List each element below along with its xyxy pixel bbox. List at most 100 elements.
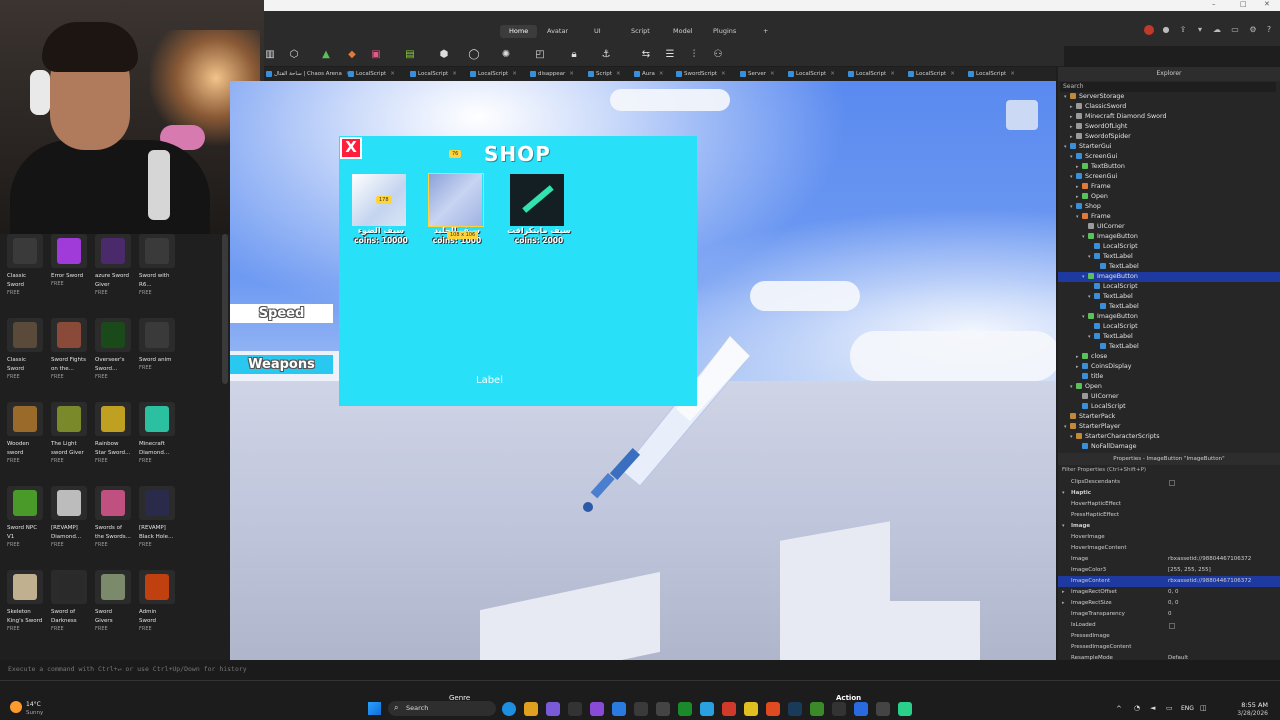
tab-chaos-arena[interactable]: ساحة القتال | Chaos Arena ✕ — [264, 67, 350, 81]
close-tab-icon[interactable]: ✕ — [569, 71, 574, 77]
explorer-row[interactable]: ▾ ServerStorage — [1058, 92, 1280, 102]
explorer-row[interactable]: ▸ Open — [1058, 192, 1280, 202]
explorer-row[interactable]: ▾ TextLabel — [1058, 332, 1280, 342]
toolbox-item[interactable]: Sword NPC V1 FREE — [7, 486, 49, 566]
explorer-row[interactable]: TextLabel — [1058, 262, 1280, 272]
battery-icon[interactable]: ▭ — [1166, 704, 1173, 712]
close-tab-icon[interactable]: ✕ — [452, 71, 457, 77]
game-viewport[interactable]: Speed Weapons X SHOP سيف الضوء coins: 10… — [230, 81, 1056, 660]
property-value[interactable]: Default — [1168, 653, 1188, 660]
steam-icon[interactable] — [788, 702, 802, 716]
explorer-row[interactable]: ▾ ScreenGui — [1058, 172, 1280, 182]
property-row[interactable]: ▾ Image — [1058, 521, 1280, 532]
close-tab-icon[interactable]: ✕ — [1010, 71, 1015, 77]
close-tab-icon[interactable]: ✕ — [512, 71, 517, 77]
property-value[interactable]: 0 — [1168, 609, 1172, 620]
explorer-search-input[interactable]: Search — [1060, 82, 1276, 92]
anchor-icon[interactable]: ⚓︎ — [600, 49, 612, 61]
model-icon[interactable]: ⬢ — [438, 49, 450, 61]
toolbox-item[interactable]: [REVAMP] Diamond... FREE — [51, 486, 93, 566]
tab-disappear[interactable]: disappear ✕ — [528, 67, 574, 81]
telegram-icon[interactable] — [700, 702, 714, 716]
tab-script[interactable]: Script ✕ — [586, 67, 621, 81]
team-icon[interactable]: ⚇ — [712, 49, 724, 61]
view-cube[interactable] — [1006, 100, 1038, 130]
explorer-row[interactable]: ▸ CoinsDisplay — [1058, 362, 1280, 372]
expand-toggle-icon[interactable]: ▸ — [1062, 598, 1065, 609]
toolbox-item[interactable]: Sword anim FREE — [139, 318, 181, 398]
download-icon[interactable]: ▾ — [1195, 25, 1205, 35]
properties-filter-input[interactable]: Filter Properties (Ctrl+Shift+P) — [1062, 465, 1146, 475]
property-row[interactable]: ClipsDescendants — [1058, 477, 1280, 488]
brave-icon[interactable] — [766, 702, 780, 716]
tab-aura[interactable]: Aura ✕ — [632, 67, 664, 81]
copilot-icon[interactable] — [546, 702, 560, 716]
toolbox-item[interactable]: Error Sword FREE — [51, 234, 93, 314]
explorer-row[interactable]: ▸ Minecraft Diamond Sword — [1058, 112, 1280, 122]
property-row[interactable]: PressedImage — [1058, 631, 1280, 642]
image-icon[interactable]: ▣ — [370, 49, 382, 61]
command-input[interactable]: Execute a command with Ctrl+↵ or use Ctr… — [8, 665, 247, 673]
toolbox-item[interactable]: Classic Sword FREE — [7, 234, 49, 314]
chevron-up-icon[interactable]: ^ — [1116, 705, 1122, 713]
property-row[interactable]: HoverImage — [1058, 532, 1280, 543]
explorer-row[interactable]: ▸ close — [1058, 352, 1280, 362]
xbox-icon[interactable] — [678, 702, 692, 716]
property-row[interactable]: PressedImageContent — [1058, 642, 1280, 653]
app-icon[interactable] — [634, 702, 648, 716]
explorer-row[interactable]: LocalScript — [1058, 322, 1280, 332]
minimize-icon[interactable]: – — [1212, 0, 1216, 8]
property-row[interactable]: ImageColor3 [255, 255, 255] — [1058, 565, 1280, 576]
settings-icon[interactable]: ⚙ — [1248, 25, 1258, 35]
close-tab-icon[interactable]: ✕ — [616, 71, 621, 77]
chrome-icon[interactable] — [744, 702, 758, 716]
cloud-icon[interactable]: ☁ — [1212, 25, 1222, 35]
tab-localscript[interactable]: LocalScript ✕ — [846, 67, 895, 81]
explorer-row[interactable]: ▸ Frame — [1058, 182, 1280, 192]
property-value[interactable]: [255, 255, 255] — [1168, 565, 1211, 576]
toolbox-item[interactable]: Classic Sword FREE — [7, 318, 49, 398]
explorer-row[interactable]: ▸ ClassicSword — [1058, 102, 1280, 112]
close-tab-icon[interactable]: ✕ — [890, 71, 895, 77]
explorer-row[interactable]: ▾ ImageButton — [1058, 272, 1280, 282]
chevron-down-icon[interactable]: ▾ — [1062, 521, 1065, 532]
edge-icon[interactable] — [502, 702, 516, 716]
network-icon[interactable]: ◫ — [1200, 704, 1207, 712]
wifi-icon[interactable]: ◔ — [1134, 704, 1140, 712]
shop-item[interactable]: سيف ماينكرافت coins: 2000 — [507, 174, 577, 254]
property-row[interactable]: Image rbxassetid://98804467106372 — [1058, 554, 1280, 565]
property-checkbox[interactable] — [1169, 480, 1175, 486]
toolbox-item[interactable]: Sword with R6... FREE — [139, 234, 181, 314]
language-indicator[interactable]: ENG — [1181, 705, 1194, 712]
tab-localscript[interactable]: LocalScript ✕ — [906, 67, 955, 81]
close-tab-icon[interactable]: ✕ — [659, 71, 664, 77]
toolbox-item[interactable]: The Light sword Giver FREE — [51, 402, 93, 482]
explorer-row[interactable]: ▾ StarterPlayer — [1058, 422, 1280, 432]
materials-icon[interactable]: ◆ — [346, 49, 358, 61]
share-icon[interactable]: ⇪ — [1178, 25, 1188, 35]
property-row[interactable]: ▾ Haptic — [1058, 488, 1280, 499]
toolbox-item[interactable]: Swords of the Swords... FREE — [95, 486, 137, 566]
windows-start-icon[interactable] — [368, 702, 381, 715]
property-checkbox[interactable] — [1169, 623, 1175, 629]
close-tab-icon[interactable]: ✕ — [390, 71, 395, 77]
toolbox-item[interactable]: Sword Givers FREE — [95, 570, 137, 650]
tab-localscript[interactable]: LocalScript ✕ — [346, 67, 395, 81]
explorer-row[interactable]: ▾ ScreenGui — [1058, 152, 1280, 162]
explorer-row[interactable]: ▸ SwordofSpider — [1058, 132, 1280, 142]
property-row[interactable]: ImageTransparency 0 — [1058, 609, 1280, 620]
roblox-studio-icon[interactable] — [876, 702, 890, 716]
explorer-row[interactable]: LocalScript — [1058, 282, 1280, 292]
explorer-row[interactable]: UICorner — [1058, 392, 1280, 402]
taskbar-search[interactable]: ⌕ Search — [388, 701, 496, 716]
shop-item[interactable]: سيف الضوء coins: 10000 — [349, 174, 419, 254]
speed-button[interactable]: Speed — [230, 304, 333, 323]
property-row[interactable]: ResampleMode Default — [1058, 653, 1280, 660]
app-icon[interactable] — [656, 702, 670, 716]
explorer-row[interactable]: ▾ StarterGui — [1058, 142, 1280, 152]
weapons-button[interactable]: Weapons — [230, 355, 333, 374]
align-icon[interactable]: ⇆ — [640, 49, 652, 61]
toolbox-item[interactable]: azure Sword Giver FREE — [95, 234, 137, 314]
tab-server[interactable]: Server ✕ — [738, 67, 775, 81]
folder-icon[interactable] — [524, 702, 538, 716]
